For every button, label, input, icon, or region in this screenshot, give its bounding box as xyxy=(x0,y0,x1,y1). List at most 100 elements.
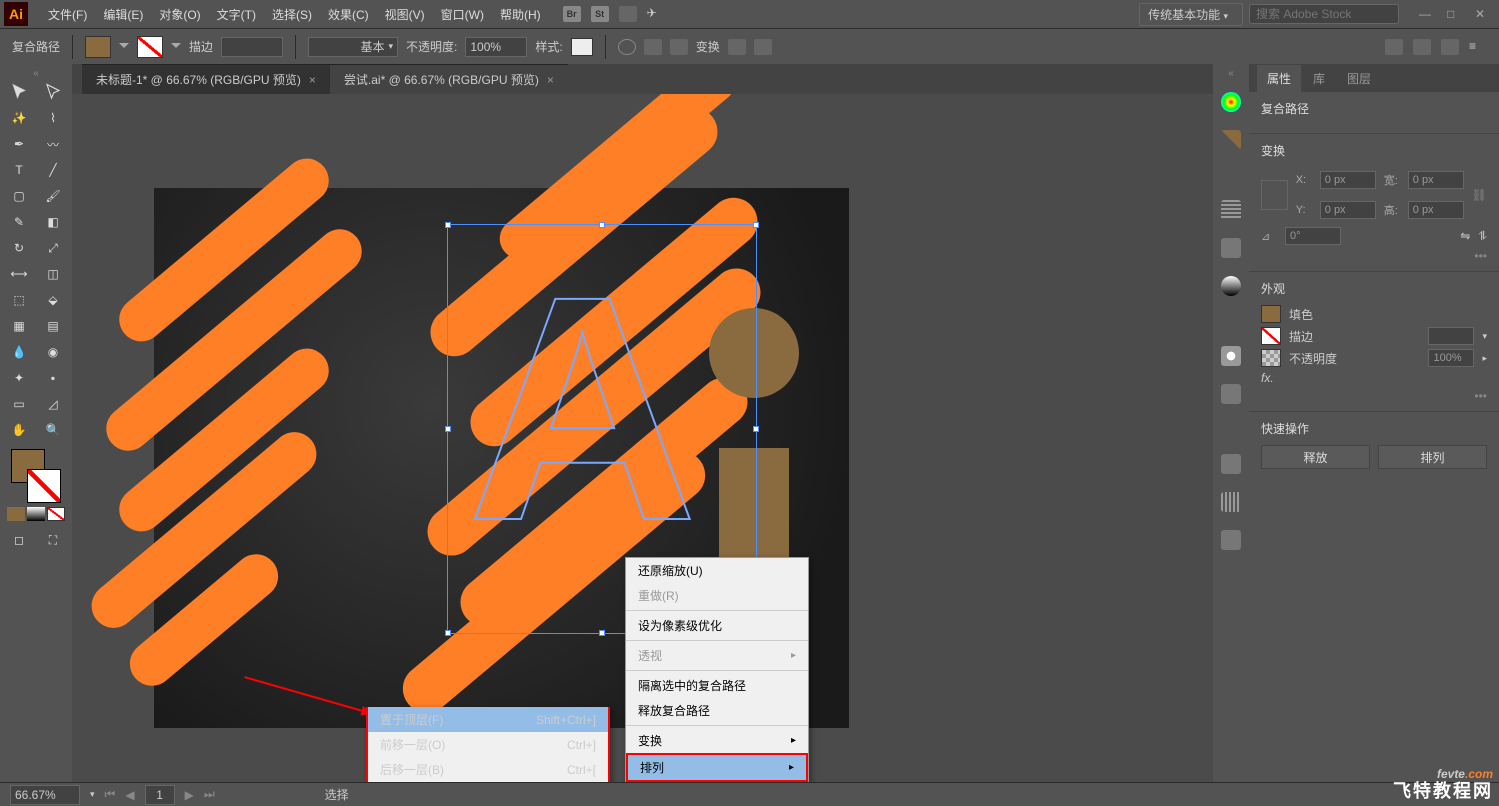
ctx-isolate[interactable]: 隔离选中的复合路径 xyxy=(626,673,808,698)
maximize-button[interactable]: □ xyxy=(1447,7,1463,21)
direct-selection-tool[interactable] xyxy=(36,79,70,105)
fx-label[interactable]: fx. xyxy=(1261,371,1274,385)
transform-button[interactable]: 变换 xyxy=(696,38,720,55)
rectangle-tool[interactable]: ▢ xyxy=(2,183,36,209)
isolate-icon[interactable] xyxy=(728,39,746,55)
search-stock-input[interactable] xyxy=(1249,4,1399,24)
bridge-icon[interactable]: Br xyxy=(563,6,581,22)
panel-opacity-swatch[interactable] xyxy=(1261,349,1281,367)
zoom-input[interactable] xyxy=(10,785,80,805)
align-panel-icon[interactable] xyxy=(1221,492,1241,512)
draw-mode-normal[interactable]: ◻ xyxy=(2,527,36,553)
color-guide-icon[interactable] xyxy=(1221,130,1241,150)
ctx-bring-to-front[interactable]: 置于顶层(F)Shift+Ctrl+] xyxy=(368,707,608,732)
shaper-tool[interactable]: ✎ xyxy=(2,209,36,235)
menu-object[interactable]: 对象(O) xyxy=(151,6,208,23)
opacity-input[interactable] xyxy=(465,37,527,57)
document-tab-2[interactable]: 尝试.ai* @ 66.67% (RGB/GPU 预览)× xyxy=(330,64,568,94)
document-tab-1[interactable]: 未标题-1* @ 66.67% (RGB/GPU 预览)× xyxy=(82,64,330,94)
panel-icon-2[interactable] xyxy=(1413,39,1431,55)
shape-builder-tool[interactable]: ⬚ xyxy=(2,287,36,313)
panel-tab-libraries[interactable]: 库 xyxy=(1303,65,1335,92)
style-dropdown[interactable]: 基本 ▾ xyxy=(308,37,398,57)
artboard-nav-input[interactable] xyxy=(145,785,175,805)
flip-h-icon[interactable]: ⇋ xyxy=(1460,229,1470,243)
transform-panel-icon[interactable] xyxy=(1221,530,1241,550)
h-input[interactable] xyxy=(1408,201,1464,219)
selection-tool[interactable] xyxy=(2,79,36,105)
stroke-swatch[interactable] xyxy=(137,36,163,58)
arrange-button[interactable]: 排列 xyxy=(1378,445,1487,469)
rotate-tool[interactable]: ↻ xyxy=(2,235,36,261)
curvature-tool[interactable]: 〰 xyxy=(36,131,70,157)
ctx-transform[interactable]: 变换 xyxy=(626,728,808,753)
workspace-switcher[interactable]: 传统基本功能 ▾ xyxy=(1139,3,1243,26)
mesh-tool[interactable]: ▦ xyxy=(2,313,36,339)
angle-input[interactable] xyxy=(1285,227,1341,245)
swatches-panel-icon[interactable] xyxy=(1221,238,1241,258)
transparency-panel-icon[interactable] xyxy=(1221,346,1241,366)
none-mode-btn[interactable] xyxy=(47,507,65,521)
flip-v-icon[interactable]: ⥮ xyxy=(1478,229,1487,244)
eraser-tool[interactable]: ◧ xyxy=(36,209,70,235)
link-wh-icon[interactable]: ⛓ xyxy=(1472,188,1487,202)
stock-icon[interactable]: St xyxy=(591,6,609,22)
mask-icon[interactable] xyxy=(754,39,772,55)
artboard-tool[interactable]: ▭ xyxy=(2,391,36,417)
panel-fill-swatch[interactable] xyxy=(1261,305,1281,323)
stroke-panel-icon[interactable] xyxy=(1221,200,1241,220)
menu-select[interactable]: 选择(S) xyxy=(264,6,320,23)
panel-menu-icon[interactable]: ≡ xyxy=(1469,39,1487,55)
color-mode-btn[interactable] xyxy=(7,507,25,521)
minimize-button[interactable]: — xyxy=(1419,7,1435,21)
gradient-tool[interactable]: ▤ xyxy=(36,313,70,339)
reference-point[interactable] xyxy=(1261,180,1288,210)
magic-wand-tool[interactable]: ✨ xyxy=(2,105,36,131)
graphic-style-swatch[interactable] xyxy=(571,38,593,56)
ctx-release-compound[interactable]: 释放复合路径 xyxy=(626,698,808,723)
shape-icon[interactable] xyxy=(670,39,688,55)
pen-tool[interactable]: ✒ xyxy=(2,131,36,157)
align-icon[interactable] xyxy=(644,39,662,55)
appearance-panel-icon[interactable] xyxy=(1221,384,1241,404)
close-button[interactable]: ✕ xyxy=(1475,7,1491,21)
menu-file[interactable]: 文件(F) xyxy=(40,6,95,23)
ctx-undo[interactable]: 还原缩放(U) xyxy=(626,558,808,583)
nav-prev-icon[interactable]: ◀ xyxy=(125,788,134,802)
panel-stroke-swatch[interactable] xyxy=(1261,327,1281,345)
w-input[interactable] xyxy=(1408,171,1464,189)
type-tool[interactable]: T xyxy=(2,157,36,183)
close-tab-icon[interactable]: × xyxy=(309,73,316,87)
ctx-bring-forward[interactable]: 前移一层(O)Ctrl+] xyxy=(368,732,608,757)
eyedropper-tool[interactable]: 💧 xyxy=(2,339,36,365)
ctx-pixel-perfect[interactable]: 设为像素级优化 xyxy=(626,613,808,638)
fill-swatch[interactable] xyxy=(85,36,111,58)
slice-tool[interactable]: ◿ xyxy=(36,391,70,417)
menu-view[interactable]: 视图(V) xyxy=(377,6,433,23)
blend-tool[interactable]: ◉ xyxy=(36,339,70,365)
fill-dropdown[interactable] xyxy=(119,43,129,53)
x-input[interactable] xyxy=(1320,171,1376,189)
stroke-dropdown[interactable] xyxy=(171,43,181,53)
gradient-mode-btn[interactable] xyxy=(27,507,45,521)
panel-icon-3[interactable] xyxy=(1441,39,1459,55)
perspective-tool[interactable]: ⬙ xyxy=(36,287,70,313)
y-input[interactable] xyxy=(1320,201,1376,219)
menu-edit[interactable]: 编辑(E) xyxy=(95,6,151,23)
scale-tool[interactable]: ⤢ xyxy=(36,235,70,261)
nav-first-icon[interactable]: ⏮ xyxy=(105,787,116,802)
ctx-arrange[interactable]: 排列 xyxy=(626,753,808,782)
recolor-icon[interactable] xyxy=(618,39,636,55)
fill-stroke-swatches[interactable] xyxy=(9,449,63,503)
free-transform-tool[interactable]: ◫ xyxy=(36,261,70,287)
nav-next-icon[interactable]: ▶ xyxy=(185,788,194,802)
width-tool[interactable]: ⟷ xyxy=(2,261,36,287)
ctx-send-backward[interactable]: 后移一层(B)Ctrl+[ xyxy=(368,757,608,782)
pathfinder-panel-icon[interactable] xyxy=(1221,454,1241,474)
gpu-icon[interactable]: ✈ xyxy=(647,6,665,22)
canvas[interactable]: A 还原缩放(U) 重做(R) 设为像素级优化 透视 隔离选中的复合路径 释放复… xyxy=(72,94,1213,782)
menu-help[interactable]: 帮助(H) xyxy=(492,6,549,23)
panel-tab-layers[interactable]: 图层 xyxy=(1337,65,1381,92)
panel-icon-1[interactable] xyxy=(1385,39,1403,55)
menu-effect[interactable]: 效果(C) xyxy=(320,6,377,23)
